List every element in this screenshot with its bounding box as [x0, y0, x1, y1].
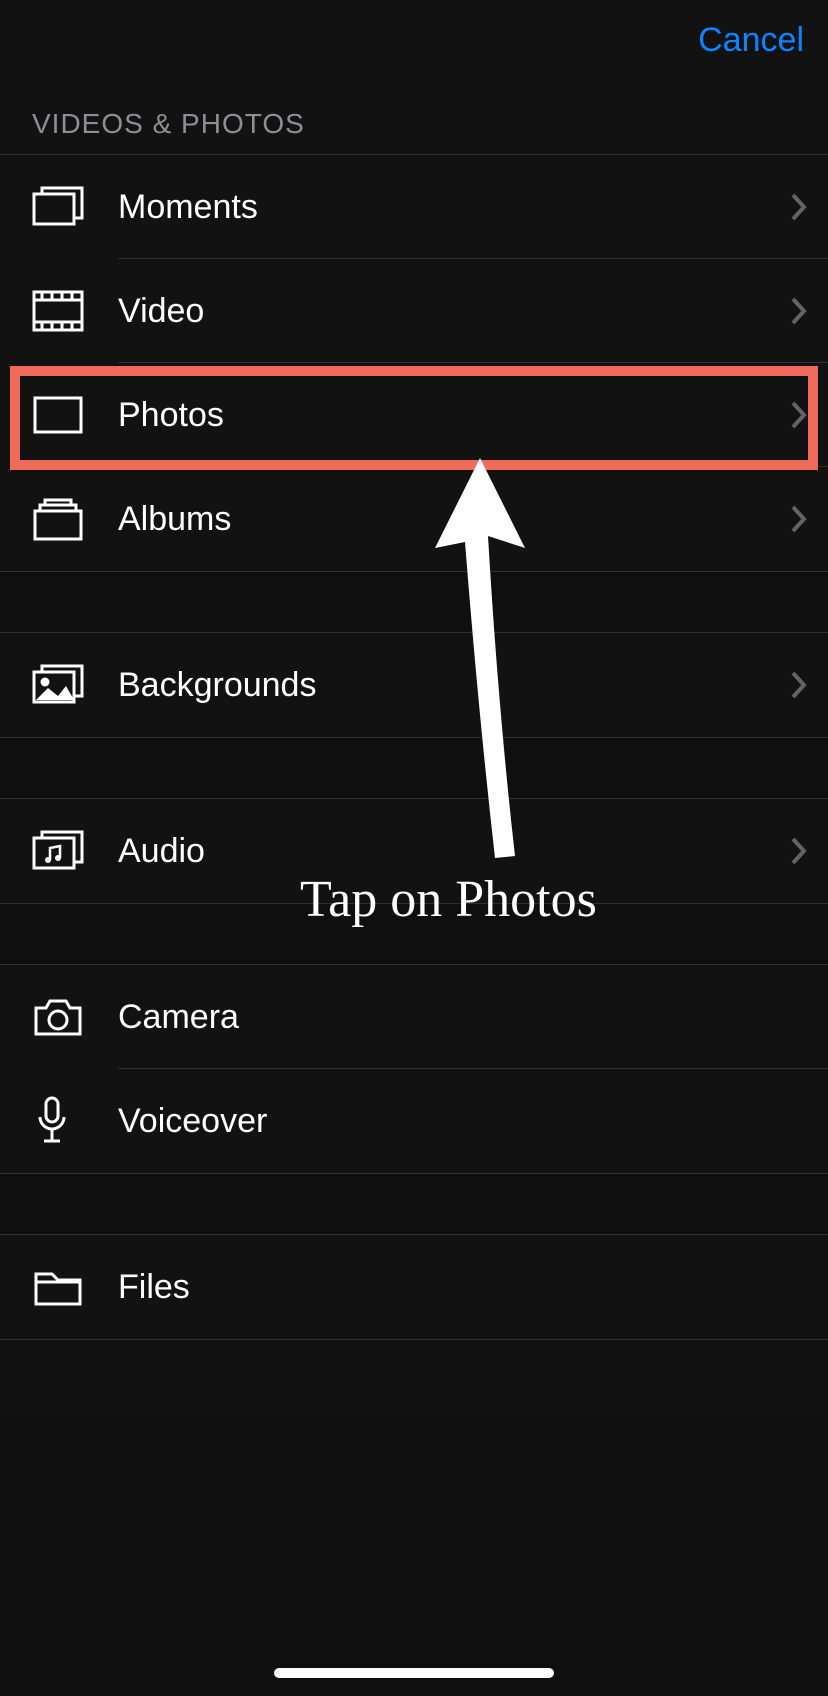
row-voiceover[interactable]: Voiceover: [0, 1069, 828, 1173]
files-icon: [32, 1266, 118, 1308]
chevron-right-icon: [790, 400, 808, 430]
section-header: Videos & Photos: [0, 80, 828, 154]
audio-icon: [32, 828, 118, 874]
row-label: Albums: [118, 500, 790, 539]
row-moments[interactable]: Moments: [0, 155, 828, 259]
row-files[interactable]: Files: [0, 1235, 828, 1339]
section-gap: [0, 737, 828, 799]
row-video[interactable]: Video: [0, 259, 828, 363]
section-gap: [0, 1173, 828, 1235]
cancel-button[interactable]: Cancel: [698, 21, 804, 60]
voiceover-icon: [32, 1095, 118, 1147]
row-label: Camera: [118, 998, 808, 1037]
row-label: Voiceover: [118, 1102, 808, 1141]
section-gap: [0, 571, 828, 633]
section-gap: [0, 903, 828, 965]
photos-icon: [32, 395, 118, 435]
backgrounds-icon: [32, 662, 118, 708]
row-label: Files: [118, 1268, 808, 1307]
home-indicator[interactable]: [274, 1668, 554, 1678]
chevron-right-icon: [790, 192, 808, 222]
row-label: Photos: [118, 396, 790, 435]
row-audio[interactable]: Audio: [0, 799, 828, 903]
media-picker-screen: Cancel Videos & Photos Moments Vide: [0, 0, 828, 1696]
chevron-right-icon: [790, 670, 808, 700]
chevron-right-icon: [790, 296, 808, 326]
row-label: Video: [118, 292, 790, 331]
row-photos[interactable]: Photos: [0, 363, 828, 467]
row-camera[interactable]: Camera: [0, 965, 828, 1069]
top-bar: Cancel: [0, 0, 828, 80]
video-icon: [32, 290, 118, 332]
row-label: Moments: [118, 188, 790, 227]
camera-icon: [32, 996, 118, 1038]
chevron-right-icon: [790, 504, 808, 534]
moments-icon: [32, 184, 118, 230]
row-label: Audio: [118, 832, 790, 871]
row-backgrounds[interactable]: Backgrounds: [0, 633, 828, 737]
chevron-right-icon: [790, 836, 808, 866]
albums-icon: [32, 497, 118, 541]
row-albums[interactable]: Albums: [0, 467, 828, 571]
row-label: Backgrounds: [118, 666, 790, 705]
